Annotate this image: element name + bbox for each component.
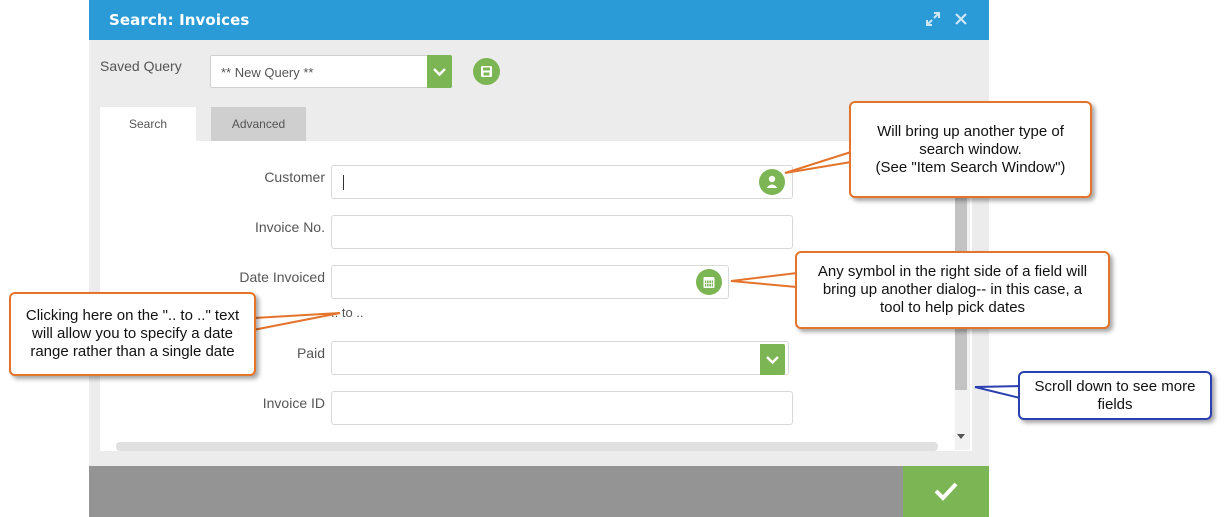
chevron-down-icon[interactable] — [760, 344, 785, 375]
save-icon — [481, 66, 492, 77]
saved-query-select[interactable]: ** New Query ** — [210, 55, 452, 88]
customer-label: Customer — [264, 169, 325, 185]
horizontal-scrollbar[interactable] — [116, 442, 938, 451]
customer-input[interactable] — [331, 165, 793, 199]
scroll-down-arrow[interactable] — [957, 434, 965, 439]
callout-line: Will bring up another type of — [877, 122, 1064, 140]
ok-button[interactable] — [903, 466, 989, 517]
callout-line: tool to help pick dates — [879, 299, 1026, 316]
callout-line: (See "Item Search Window") — [875, 158, 1066, 176]
invoice-id-label: Invoice ID — [262, 395, 325, 411]
invoice-id-input[interactable] — [331, 391, 793, 425]
date-invoiced-input[interactable] — [331, 265, 729, 299]
callout-line: Clicking here on the ".. to .." text — [25, 307, 240, 324]
callout-line: Scroll down to see more — [1034, 377, 1196, 395]
callout-line: Any symbol in the right side of a field … — [817, 263, 1088, 280]
close-icon[interactable] — [953, 11, 969, 32]
callout-customer-lookup: Will bring up another type of search win… — [849, 101, 1092, 198]
callout-line: search window. — [919, 140, 1022, 158]
saved-query-label: Saved Query — [100, 58, 182, 74]
tab-advanced[interactable]: Advanced — [211, 107, 306, 141]
checkmark-icon — [934, 482, 958, 501]
callout-line: will allow you to specify a date — [32, 325, 233, 342]
date-invoiced-label: Date Invoiced — [239, 269, 325, 285]
expand-icon[interactable] — [925, 11, 941, 32]
invoice-no-input[interactable] — [331, 215, 793, 249]
dialog-footer — [89, 466, 989, 517]
dialog-title: Search: Invoices — [109, 11, 250, 29]
callout-line: range rather than a single date — [30, 343, 235, 360]
save-query-button[interactable] — [473, 58, 500, 85]
callout-scroll: Scroll down to see more fields — [1018, 371, 1212, 420]
saved-query-value: ** New Query ** — [221, 65, 314, 80]
tab-search[interactable]: Search — [100, 107, 196, 141]
invoice-no-label: Invoice No. — [254, 219, 325, 235]
callout-field-symbol: Any symbol in the right side of a field … — [795, 251, 1110, 329]
chevron-down-icon[interactable] — [427, 55, 452, 88]
user-icon[interactable] — [759, 169, 785, 195]
paid-select[interactable] — [331, 341, 789, 375]
callout-date-range: Clicking here on the ".. to .." text wil… — [9, 292, 256, 376]
callout-line: bring up another dialog-- in this case, … — [822, 281, 1083, 298]
text-caret — [343, 175, 344, 190]
dialog-titlebar: Search: Invoices — [89, 0, 989, 40]
callout-line: fields — [1097, 395, 1133, 413]
date-range-link[interactable]: .. to .. — [331, 305, 364, 320]
calendar-icon[interactable] — [696, 269, 722, 295]
